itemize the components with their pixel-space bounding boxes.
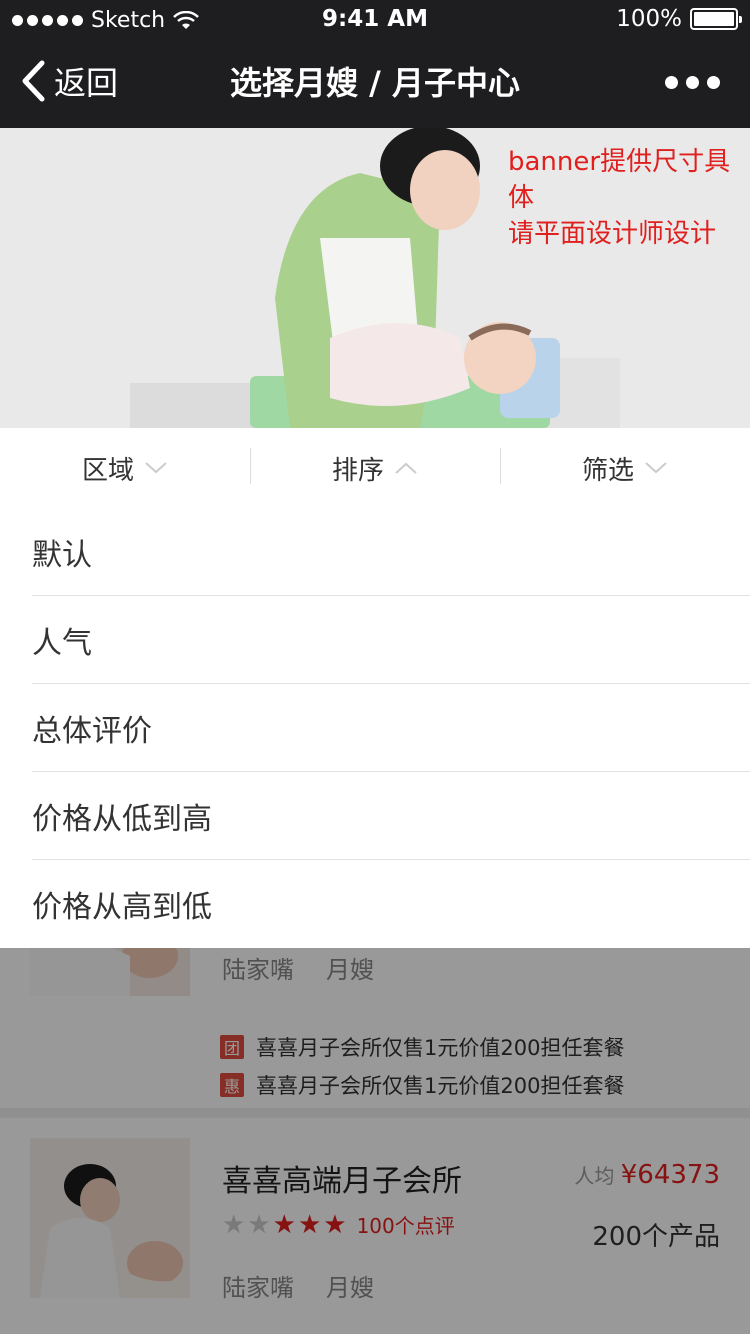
battery-percent: 100% <box>616 6 682 32</box>
sort-option-price-asc[interactable]: 价格从低到高 <box>32 772 750 860</box>
filter-tab-filter[interactable]: 筛选 <box>500 428 750 508</box>
chevron-down-icon <box>145 462 167 474</box>
banner[interactable]: banner提供尺寸具体 请平面设计师设计 <box>0 128 750 428</box>
chevron-down-icon <box>645 462 667 474</box>
more-dot-icon <box>665 76 678 89</box>
banner-note-line: 请平面设计师设计 <box>508 219 717 249</box>
battery-icon <box>690 8 742 30</box>
filter-tab-region[interactable]: 区域 <box>0 428 250 508</box>
sort-option-popularity[interactable]: 人气 <box>32 596 750 684</box>
status-bar: Sketch 9:41 AM 100% <box>0 0 750 40</box>
sort-option-default[interactable]: 默认 <box>32 508 750 596</box>
filter-tab-label: 筛选 <box>581 455 634 486</box>
navigation-bar: 返回 选择月嫂 / 月子中心 <box>0 40 750 128</box>
filter-tab-label: 排序 <box>331 455 384 486</box>
sort-option-rating[interactable]: 总体评价 <box>32 684 750 772</box>
top-bar: Sketch 9:41 AM 100% 返回 选择月嫂 / 月子中心 <box>0 0 750 128</box>
filter-bar: 区域 排序 筛选 <box>0 428 750 508</box>
filter-tab-sort[interactable]: 排序 <box>250 428 500 508</box>
more-dot-icon <box>707 76 720 89</box>
sort-option-price-desc[interactable]: 价格从高到低 <box>32 860 750 948</box>
chevron-up-icon <box>395 462 417 474</box>
banner-note-line: banner提供尺寸具体 <box>508 147 731 213</box>
filter-tab-label: 区域 <box>81 455 134 486</box>
banner-note: banner提供尺寸具体 请平面设计师设计 <box>508 144 750 252</box>
page-title: 选择月嫂 / 月子中心 <box>230 64 520 102</box>
more-button[interactable] <box>665 76 720 89</box>
sort-dropdown: 默认 人气 总体评价 价格从低到高 价格从高到低 <box>0 508 750 948</box>
more-dot-icon <box>686 76 699 89</box>
